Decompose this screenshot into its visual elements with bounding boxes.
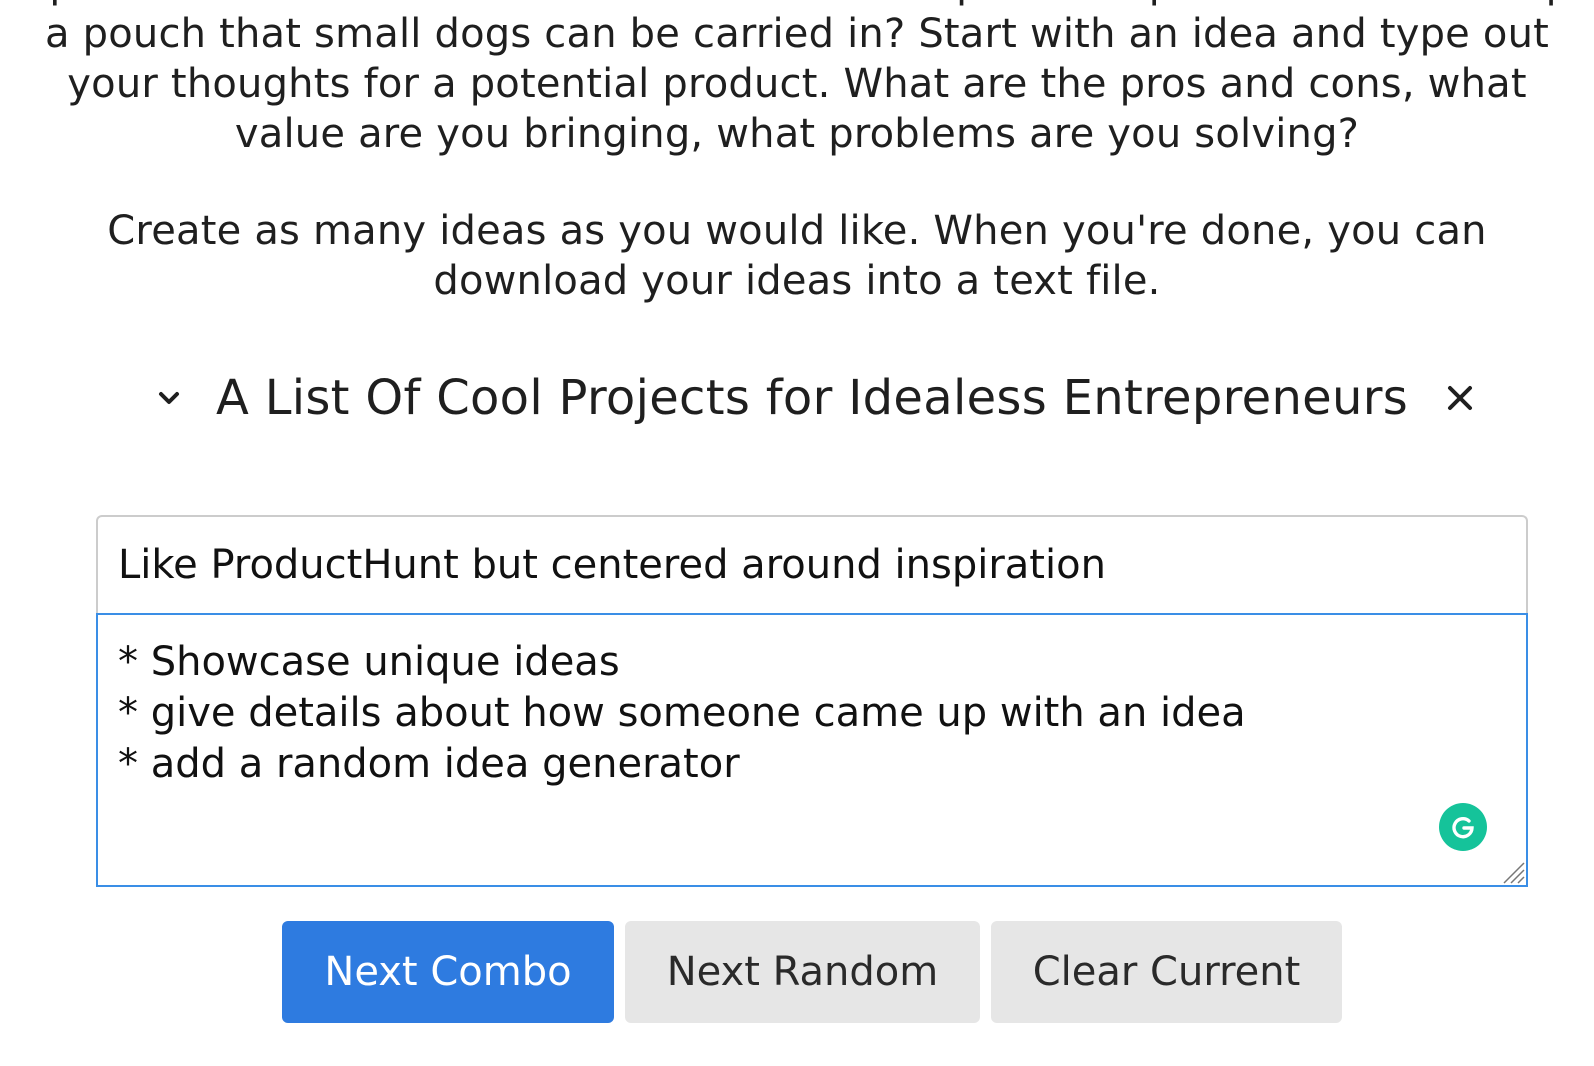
clear-current-button[interactable]: Clear Current [991,921,1342,1023]
chevron-down-icon[interactable] [148,377,190,419]
intro-line-4: value are you bringing, what problems ar… [234,111,1360,157]
idea-list-header: A List Of Cool Projects for Idealess Ent… [148,362,1508,434]
intro-paragraph: Explore combinations of words and brains… [0,0,1594,159]
grammarly-icon[interactable] [1439,803,1487,851]
idea-list-title: A List Of Cool Projects for Idealess Ent… [216,370,1409,426]
close-icon[interactable] [1438,376,1482,420]
instructions-line-1: Create as many ideas as you would like. … [107,208,1487,254]
idea-generator-page: Explore combinations of words and brains… [0,0,1594,1066]
instructions-paragraph: Create as many ideas as you would like. … [0,206,1594,306]
instructions-line-2: download your ideas into a text file. [433,258,1161,304]
intro-line-1: Explore combinations of words and brains… [0,0,1594,9]
next-random-button[interactable]: Next Random [625,921,980,1023]
idea-title-input[interactable] [96,515,1528,613]
next-combo-button[interactable]: Next Combo [282,921,614,1023]
intro-line-3: your thoughts for a potential product. W… [67,61,1527,107]
idea-notes-textarea[interactable]: * Showcase unique ideas * give details a… [96,613,1528,887]
intro-line-2: a pouch that small dogs can be carried i… [45,11,1549,57]
resize-handle-icon[interactable] [1498,857,1526,885]
